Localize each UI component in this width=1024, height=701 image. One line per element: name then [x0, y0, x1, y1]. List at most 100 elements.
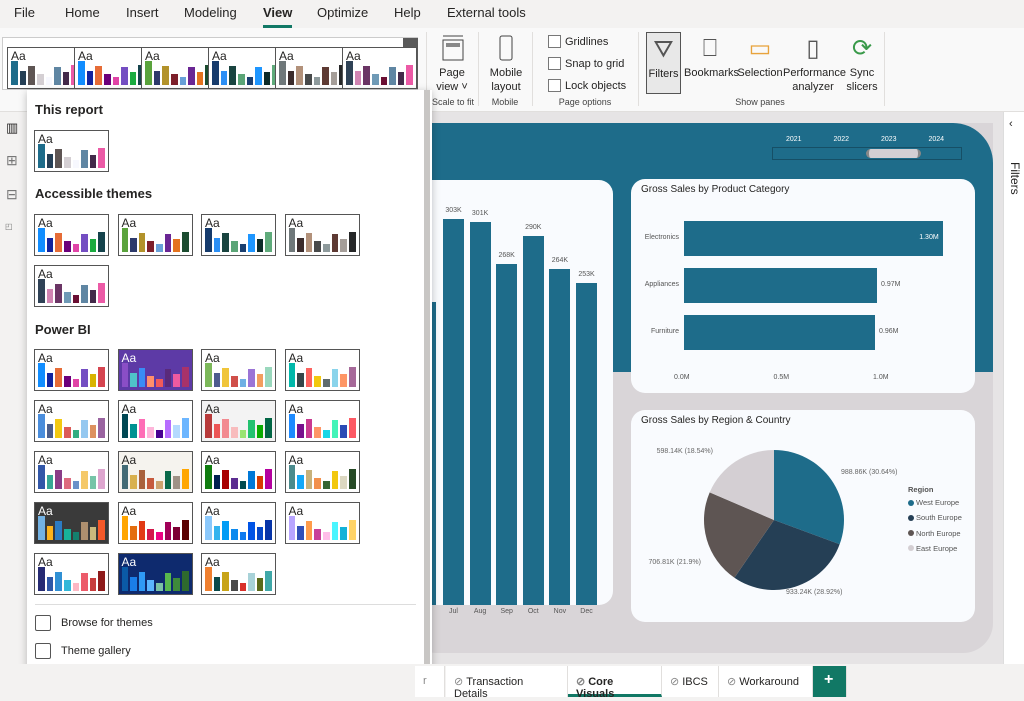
page-view-button[interactable]: Page view ˅	[436, 34, 468, 94]
swatch-bar	[98, 282, 105, 303]
theme-swatch-powerbi[interactable]: Aa	[117, 451, 193, 493]
tab-core-visuals[interactable]: ⊘ Core Visuals	[568, 666, 662, 700]
theme-swatch-powerbi[interactable]: Aa	[34, 502, 109, 544]
theme-swatch-powerbi[interactable]: Aa	[117, 400, 193, 442]
data-label: 0.96M	[879, 328, 899, 335]
swatch-bar	[130, 372, 137, 387]
pane-filters[interactable]: ⛛ Filters	[646, 32, 681, 94]
swatch-bar	[164, 234, 172, 252]
theme-swatch-powerbi[interactable]: Aa	[284, 451, 360, 493]
theme-swatch-powerbi[interactable]: Aa	[201, 502, 276, 544]
theme-swatch-powerbi[interactable]: Aa	[34, 451, 109, 493]
report-view-icon[interactable]: ▥	[6, 120, 18, 136]
menu-external-tools[interactable]: External tools	[447, 5, 526, 20]
legend-item[interactable]: West Europe	[908, 498, 959, 507]
theme-gallery-button[interactable]: Theme gallery	[35, 643, 131, 659]
bar-sep[interactable]	[496, 263, 518, 605]
legend-item[interactable]: East Europe	[908, 544, 957, 553]
checkbox-lock-objects[interactable]: Lock objects	[548, 79, 626, 92]
checkbox-box[interactable]	[548, 57, 561, 70]
theme-swatch-powerbi[interactable]: Aa	[117, 502, 193, 544]
menu-file[interactable]: File	[14, 5, 35, 20]
pane-performance-analyzer[interactable]: ▯ Performance analyzer	[783, 32, 846, 94]
mobile-layout-button[interactable]: Mobile layout	[485, 34, 527, 94]
swatch-bar	[213, 474, 221, 489]
swatch-bar	[213, 576, 221, 591]
x-tick: Jul	[449, 608, 458, 615]
theme-swatch[interactable]: Aa	[141, 47, 216, 89]
expand-icon[interactable]: ‹	[1009, 118, 1013, 130]
menu-modeling[interactable]: Modeling	[184, 5, 237, 20]
theme-swatch[interactable]: Aa	[7, 47, 82, 89]
bar-oct[interactable]	[522, 235, 544, 605]
theme-swatch-accessible[interactable]: Aa	[201, 214, 276, 256]
theme-swatch-this-report[interactable]: Aa	[34, 130, 109, 172]
theme-swatch-powerbi[interactable]: Aa	[34, 553, 109, 595]
bar-furniture[interactable]: 0.96M	[684, 315, 899, 350]
theme-swatch-powerbi[interactable]: Aa	[34, 349, 109, 391]
add-page-button[interactable]: +	[813, 666, 847, 697]
slicer-year-label: 2024	[928, 136, 945, 143]
menu-view[interactable]: View	[263, 5, 293, 28]
bar-electronics[interactable]: 1.30M	[684, 221, 943, 256]
swatch-bar	[304, 74, 312, 85]
data-label: 598.14K (18.54%)	[657, 448, 713, 455]
theme-swatch-powerbi[interactable]: Aa	[284, 349, 360, 391]
menu-optimize[interactable]: Optimize	[317, 5, 368, 20]
theme-swatch-accessible[interactable]: Aa	[117, 214, 193, 256]
tab-ibcs[interactable]: ⊘ IBCS	[662, 666, 719, 697]
theme-swatch-accessible[interactable]: Aa	[284, 214, 360, 256]
menu-help[interactable]: Help	[394, 5, 421, 20]
tab-partial[interactable]: r	[415, 666, 445, 697]
theme-swatch-accessible[interactable]: Aa	[34, 214, 109, 256]
bar-nov[interactable]	[549, 268, 571, 605]
theme-swatch[interactable]: Aa	[342, 47, 417, 89]
theme-swatch-powerbi[interactable]: Aa	[201, 553, 276, 595]
theme-swatch-powerbi[interactable]: Aa	[117, 553, 193, 595]
theme-swatch-powerbi[interactable]: Aa	[201, 349, 276, 391]
menu-home[interactable]: Home	[65, 5, 100, 20]
menu-insert[interactable]: Insert	[126, 5, 159, 20]
swatch-bar	[348, 231, 356, 252]
swatch-bar	[54, 67, 61, 85]
slicer-handle[interactable]	[866, 149, 921, 158]
bar-dec[interactable]	[576, 282, 597, 605]
tab-workaround[interactable]: ⊘ Workaround	[719, 666, 813, 697]
checkbox-snap-to-grid[interactable]: Snap to grid	[548, 57, 624, 70]
dax-query-icon[interactable]: ◰	[5, 222, 13, 231]
checkbox-box[interactable]	[548, 79, 561, 92]
table-view-icon[interactable]: ⊞	[6, 152, 18, 169]
bar-aug[interactable]	[469, 221, 491, 605]
scrollbar[interactable]	[424, 90, 430, 665]
theme-swatch-accessible[interactable]: Aa	[34, 265, 109, 307]
theme-swatch[interactable]: Aa	[208, 47, 283, 89]
theme-swatch-powerbi[interactable]: Aa	[34, 400, 109, 442]
model-view-icon[interactable]: ⊟	[6, 186, 18, 203]
legend-item[interactable]: South Europe	[908, 513, 962, 522]
swatch-bar	[248, 573, 255, 591]
theme-swatch-powerbi[interactable]: Aa	[284, 400, 360, 442]
theme-swatch-powerbi[interactable]: Aa	[117, 349, 193, 391]
swatch-bar	[248, 369, 255, 387]
filters-pane-collapsed[interactable]: ‹ Filters	[1003, 112, 1024, 664]
pane-sync-slicers[interactable]: ⟳ Sync slicers	[843, 32, 881, 94]
theme-swatch-powerbi[interactable]: Aa	[284, 502, 360, 544]
theme-swatch-powerbi[interactable]: Aa	[201, 451, 276, 493]
swatch-bar	[331, 471, 339, 489]
year-slicer[interactable]	[772, 147, 962, 160]
swatch-bar	[389, 67, 396, 85]
theme-swatch[interactable]: Aa	[275, 47, 350, 89]
x-tick: Oct	[527, 608, 539, 615]
checkbox-gridlines[interactable]: Gridlines	[548, 35, 608, 48]
pane-bookmarks[interactable]: ⎕ Bookmarks	[684, 32, 739, 94]
browse-themes-button[interactable]: Browse for themes	[35, 615, 153, 631]
legend-item[interactable]: North Europe	[908, 529, 961, 538]
bar-jul[interactable]	[443, 218, 464, 605]
bar-appliances[interactable]: 0.97M	[684, 268, 900, 303]
theme-swatch-powerbi[interactable]: Aa	[201, 400, 276, 442]
checkbox-box[interactable]	[548, 35, 561, 48]
theme-swatch[interactable]: Aa	[74, 47, 149, 89]
pane-selection[interactable]: ▭ Selection	[737, 32, 783, 94]
tab-transaction-details[interactable]: ⊘ Transaction Details	[446, 666, 568, 700]
swatch-bar	[173, 526, 180, 540]
